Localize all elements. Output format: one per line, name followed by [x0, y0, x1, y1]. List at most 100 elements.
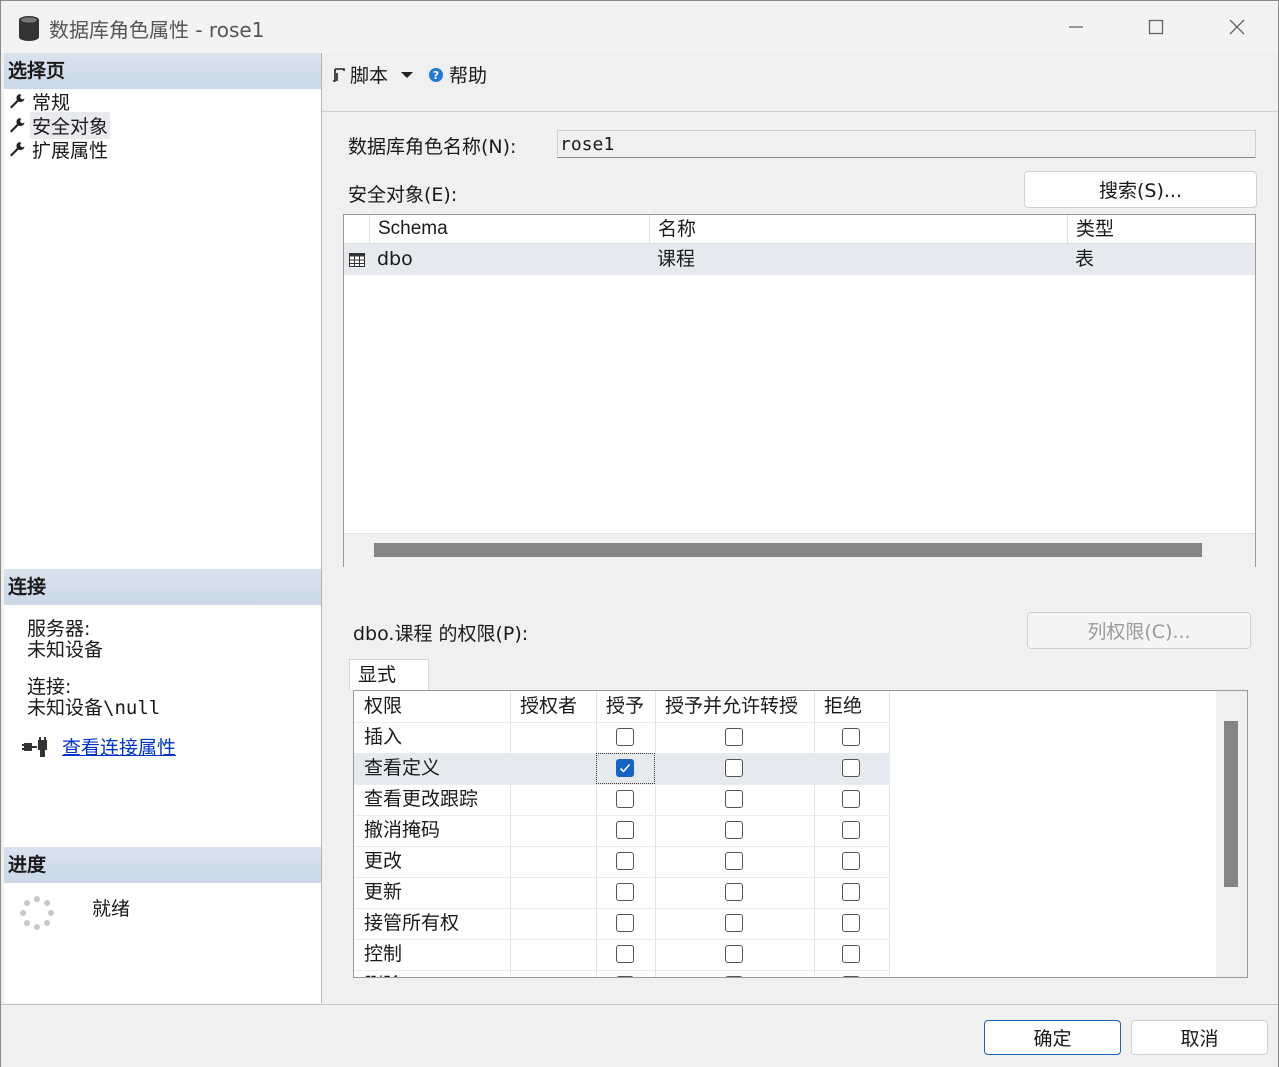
- table-row[interactable]: 插入: [354, 722, 890, 754]
- minimize-button[interactable]: [1053, 9, 1099, 45]
- server-label: 服务器:: [27, 618, 91, 640]
- table-row[interactable]: 查看更改跟踪: [354, 784, 890, 816]
- cancel-button[interactable]: 取消: [1131, 1020, 1268, 1055]
- cell-permission: 控制: [364, 943, 403, 965]
- column-header-grant[interactable]: 授予: [596, 691, 644, 722]
- with-grant-checkbox[interactable]: [725, 852, 743, 870]
- script-icon: [333, 67, 345, 82]
- wrench-icon: [10, 94, 25, 109]
- cell-grantor: [510, 877, 520, 908]
- table-row[interactable]: 更改: [354, 846, 890, 878]
- tab-explicit[interactable]: 显式: [349, 659, 429, 690]
- grant-checkbox[interactable]: [616, 914, 634, 932]
- cell-permission: 更改: [364, 850, 403, 872]
- deny-checkbox[interactable]: [842, 945, 860, 963]
- nav-item-securables[interactable]: 安全对象: [8, 111, 111, 139]
- progress-status: 就绪: [92, 898, 131, 920]
- deny-checkbox[interactable]: [842, 821, 860, 839]
- script-button[interactable]: 脚本: [332, 61, 414, 88]
- table-row[interactable]: 更新: [354, 877, 890, 909]
- grant-checkbox[interactable]: [616, 976, 634, 977]
- with-grant-checkbox[interactable]: [725, 759, 743, 777]
- cell-grantor: [510, 784, 520, 815]
- with-grant-checkbox[interactable]: [725, 728, 743, 746]
- close-icon: [1229, 19, 1245, 35]
- cell-grantor: [510, 970, 520, 977]
- connection-header: 连接: [4, 569, 321, 605]
- deny-checkbox[interactable]: [842, 790, 860, 808]
- with-grant-checkbox[interactable]: [725, 821, 743, 839]
- permissions-grid[interactable]: 权限 授权者 授予 授予并允许转授 拒绝 插入 查看定义 查看更改跟踪撤消掩码更改更…: [353, 690, 1248, 978]
- close-button[interactable]: [1214, 9, 1260, 45]
- dialog-footer: 确定 取消: [1, 1004, 1278, 1067]
- database-icon: [19, 16, 39, 41]
- grant-checkbox[interactable]: [616, 821, 634, 839]
- cell-permission: 接管所有权: [364, 912, 460, 934]
- checkmark-icon: [619, 763, 631, 773]
- column-permissions-button[interactable]: 列权限(C)...: [1027, 612, 1251, 649]
- securables-grid-header: Schema 名称 类型: [344, 215, 1255, 244]
- column-header-deny[interactable]: 拒绝: [814, 691, 862, 722]
- table-row[interactable]: 控制: [354, 939, 890, 971]
- server-value: 未知设备: [27, 639, 104, 661]
- with-grant-checkbox[interactable]: [725, 914, 743, 932]
- with-grant-checkbox[interactable]: [725, 883, 743, 901]
- grant-checkbox[interactable]: [616, 852, 634, 870]
- deny-checkbox[interactable]: [842, 914, 860, 932]
- role-name-field[interactable]: rose1: [557, 130, 1256, 158]
- cell-permission: 撤消掩码: [364, 819, 441, 841]
- securables-grid[interactable]: Schema 名称 类型 dbo 课程 表: [343, 214, 1256, 567]
- grant-checkbox[interactable]: [616, 759, 634, 777]
- ok-button[interactable]: 确定: [984, 1020, 1121, 1055]
- table-row[interactable]: 查看定义: [354, 753, 890, 785]
- horizontal-scrollbar[interactable]: [344, 533, 1255, 567]
- deny-checkbox[interactable]: [842, 852, 860, 870]
- column-header-grantor[interactable]: 授权者: [510, 691, 577, 722]
- table-row[interactable]: 接管所有权: [354, 908, 890, 940]
- with-grant-checkbox[interactable]: [725, 945, 743, 963]
- help-icon: ?: [429, 67, 443, 82]
- deny-checkbox[interactable]: [842, 883, 860, 901]
- scrollbar-thumb[interactable]: [374, 543, 1202, 557]
- scrollbar-thumb[interactable]: [1224, 721, 1238, 887]
- deny-checkbox[interactable]: [842, 759, 860, 777]
- table-row[interactable]: dbo 课程 表: [344, 244, 1255, 275]
- nav-item-extended-properties[interactable]: 扩展属性: [8, 137, 110, 162]
- nav-item-label: 安全对象: [30, 111, 111, 139]
- cell-grantor: [510, 753, 520, 784]
- nav-item-general[interactable]: 常规: [8, 89, 72, 114]
- help-label: 帮助: [449, 65, 488, 87]
- search-button[interactable]: 搜索(S)...: [1024, 171, 1257, 208]
- title-bar: 数据库角色属性 - rose1: [1, 1, 1278, 53]
- wrench-icon: [10, 118, 25, 133]
- role-name-label: 数据库角色名称(N):: [348, 136, 517, 158]
- column-header-name[interactable]: 名称: [649, 215, 1067, 243]
- grant-checkbox[interactable]: [616, 883, 634, 901]
- grant-checkbox[interactable]: [616, 945, 634, 963]
- progress-header: 进度: [4, 847, 321, 883]
- table-row[interactable]: 撤消掩码: [354, 815, 890, 847]
- script-label: 脚本: [350, 65, 389, 87]
- help-button[interactable]: ? 帮助: [428, 61, 487, 88]
- grant-checkbox[interactable]: [616, 790, 634, 808]
- column-header-permission[interactable]: 权限: [354, 691, 402, 722]
- maximize-icon: [1148, 19, 1164, 35]
- deny-checkbox[interactable]: [842, 976, 860, 977]
- nav-item-label: 常规: [32, 91, 71, 114]
- cell-grantor: [510, 815, 520, 846]
- column-header-schema[interactable]: Schema: [369, 215, 649, 243]
- grant-checkbox[interactable]: [616, 728, 634, 746]
- connection-properties-icon: [22, 737, 47, 757]
- with-grant-checkbox[interactable]: [725, 976, 743, 977]
- vertical-scrollbar[interactable]: [1216, 691, 1247, 977]
- with-grant-checkbox[interactable]: [725, 790, 743, 808]
- deny-checkbox[interactable]: [842, 728, 860, 746]
- svg-text:?: ?: [433, 69, 439, 82]
- table-row[interactable]: 删除: [354, 970, 890, 977]
- column-header-with-grant[interactable]: 授予并允许转授: [655, 691, 798, 722]
- maximize-button[interactable]: [1133, 9, 1179, 45]
- column-header-type[interactable]: 类型: [1067, 215, 1255, 243]
- cell-grantor: [510, 908, 520, 939]
- view-connection-properties-link[interactable]: 查看连接属性: [62, 733, 176, 760]
- cell-permission: 更新: [364, 881, 403, 903]
